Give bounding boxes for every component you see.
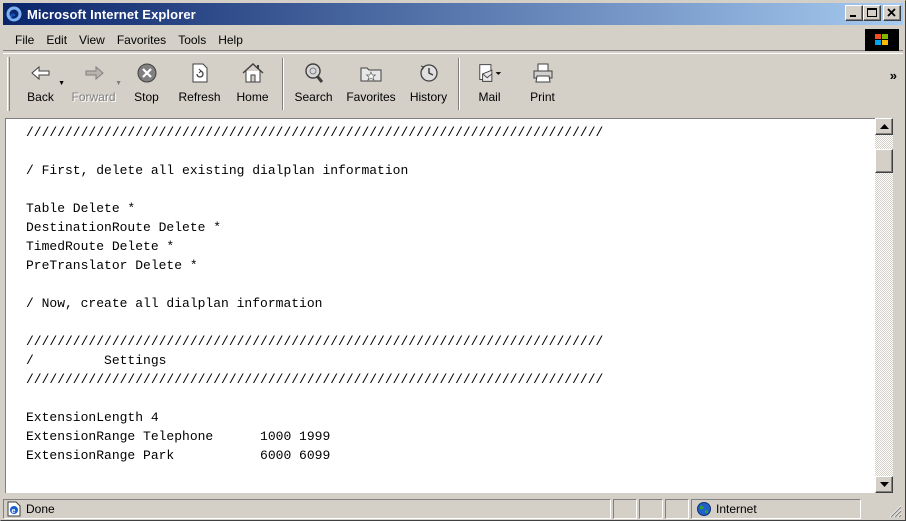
text-line: ////////////////////////////////////////…: [26, 125, 604, 140]
mail-button[interactable]: Mail: [463, 54, 516, 110]
close-button[interactable]: [883, 5, 901, 21]
toolbar-separator: [458, 58, 460, 110]
mail-label: Mail: [478, 90, 501, 104]
vertical-scrollbar[interactable]: [875, 118, 893, 493]
internet-globe-icon: [697, 502, 711, 516]
menu-help[interactable]: Help: [212, 30, 249, 50]
text-line: TimedRoute Delete *: [26, 239, 175, 254]
windows-logo-throbber: [865, 29, 899, 51]
down-arrow-icon: [879, 481, 889, 487]
favorites-label: Favorites: [346, 90, 396, 104]
maximize-button[interactable]: [863, 5, 881, 21]
security-zone-panel[interactable]: Internet: [691, 499, 861, 519]
svg-text:e: e: [12, 508, 16, 515]
text-line: PreTranslator Delete *: [26, 258, 198, 273]
text-line: / Settings: [26, 353, 167, 368]
text-line: ////////////////////////////////////////…: [26, 334, 604, 349]
print-button[interactable]: Print: [516, 54, 569, 110]
page-text: ////////////////////////////////////////…: [6, 119, 875, 465]
resize-grip-icon[interactable]: [888, 504, 902, 518]
browser-window: e Microsoft Internet Explorer File Edit …: [0, 0, 906, 521]
status-panel-empty: [639, 499, 663, 519]
menu-bar: File Edit View Favorites Tools Help: [3, 29, 903, 51]
forward-label: Forward: [71, 90, 116, 104]
text-line: ExtensionRange Park 6000 6099: [26, 448, 331, 463]
text-line: ExtensionLength 4: [26, 410, 159, 425]
scroll-down-button[interactable]: [875, 476, 893, 493]
stop-button[interactable]: Stop: [120, 54, 173, 110]
menu-view[interactable]: View: [73, 30, 111, 50]
mail-icon: [478, 64, 501, 82]
status-main-panel: e Done: [3, 499, 611, 519]
refresh-button[interactable]: Refresh: [173, 54, 226, 110]
title-bar[interactable]: e Microsoft Internet Explorer: [3, 3, 903, 25]
home-button[interactable]: Home: [226, 54, 279, 110]
refresh-label: Refresh: [178, 90, 221, 104]
minimize-icon: [850, 15, 856, 17]
back-arrow-icon: [30, 65, 49, 81]
ie-logo-icon: e: [6, 6, 22, 22]
menu-file[interactable]: File: [9, 30, 40, 50]
menu-favorites[interactable]: Favorites: [111, 30, 172, 50]
stop-icon: [137, 63, 156, 83]
text-line: / Now, create all dialplan information: [26, 296, 323, 311]
text-line: DestinationRoute Delete *: [26, 220, 222, 235]
toolbar-grip[interactable]: [7, 57, 10, 111]
window-title: Microsoft Internet Explorer: [27, 6, 196, 22]
close-icon: [887, 8, 896, 17]
back-button[interactable]: Back ▼: [14, 54, 67, 110]
status-text: Done: [26, 502, 55, 516]
status-panel-empty: [665, 499, 689, 519]
printer-icon: [533, 63, 552, 83]
up-arrow-icon: [879, 123, 889, 129]
forward-arrow-icon: [85, 65, 104, 81]
back-label: Back: [27, 90, 54, 104]
svg-text:e: e: [10, 8, 16, 22]
text-line: ////////////////////////////////////////…: [26, 372, 604, 387]
maximize-icon: [867, 8, 877, 17]
security-zone-label: Internet: [716, 502, 757, 516]
menu-tools[interactable]: Tools: [172, 30, 212, 50]
windows-logo-icon: [875, 34, 888, 45]
menu-edit[interactable]: Edit: [40, 30, 73, 50]
minimize-button[interactable]: [845, 5, 863, 21]
status-panel-empty: [613, 499, 637, 519]
page-done-icon: e: [7, 501, 21, 517]
text-line: Table Delete *: [26, 201, 136, 216]
print-label: Print: [530, 90, 555, 104]
history-icon: [419, 64, 438, 82]
back-dropdown-icon[interactable]: ▼: [58, 80, 65, 87]
scroll-up-button[interactable]: [875, 118, 893, 135]
refresh-icon: [192, 63, 207, 83]
history-label: History: [409, 90, 448, 104]
favorites-folder-icon: [360, 67, 382, 82]
standard-toolbar: Back ▼ Forward ▼ Stop Refresh Home Searc…: [3, 53, 903, 115]
toolbar-separator: [282, 58, 284, 110]
home-label: Home: [236, 90, 269, 104]
toolbar-overflow-chevron[interactable]: »: [890, 68, 897, 83]
search-button[interactable]: Search: [287, 54, 340, 110]
history-button[interactable]: History: [402, 54, 455, 110]
text-line: ExtensionRange Telephone 1000 1999: [26, 429, 331, 444]
search-label: Search: [294, 90, 333, 104]
stop-label: Stop: [134, 90, 159, 104]
text-line: / First, delete all existing dialplan in…: [26, 163, 409, 178]
search-icon: [304, 63, 323, 83]
status-bar: e Done Internet: [3, 499, 903, 519]
page-content: ////////////////////////////////////////…: [5, 118, 875, 493]
forward-button: Forward ▼: [67, 54, 122, 110]
favorites-button[interactable]: Favorites: [340, 54, 402, 110]
scroll-thumb[interactable]: [875, 149, 893, 173]
home-icon: [242, 63, 263, 83]
